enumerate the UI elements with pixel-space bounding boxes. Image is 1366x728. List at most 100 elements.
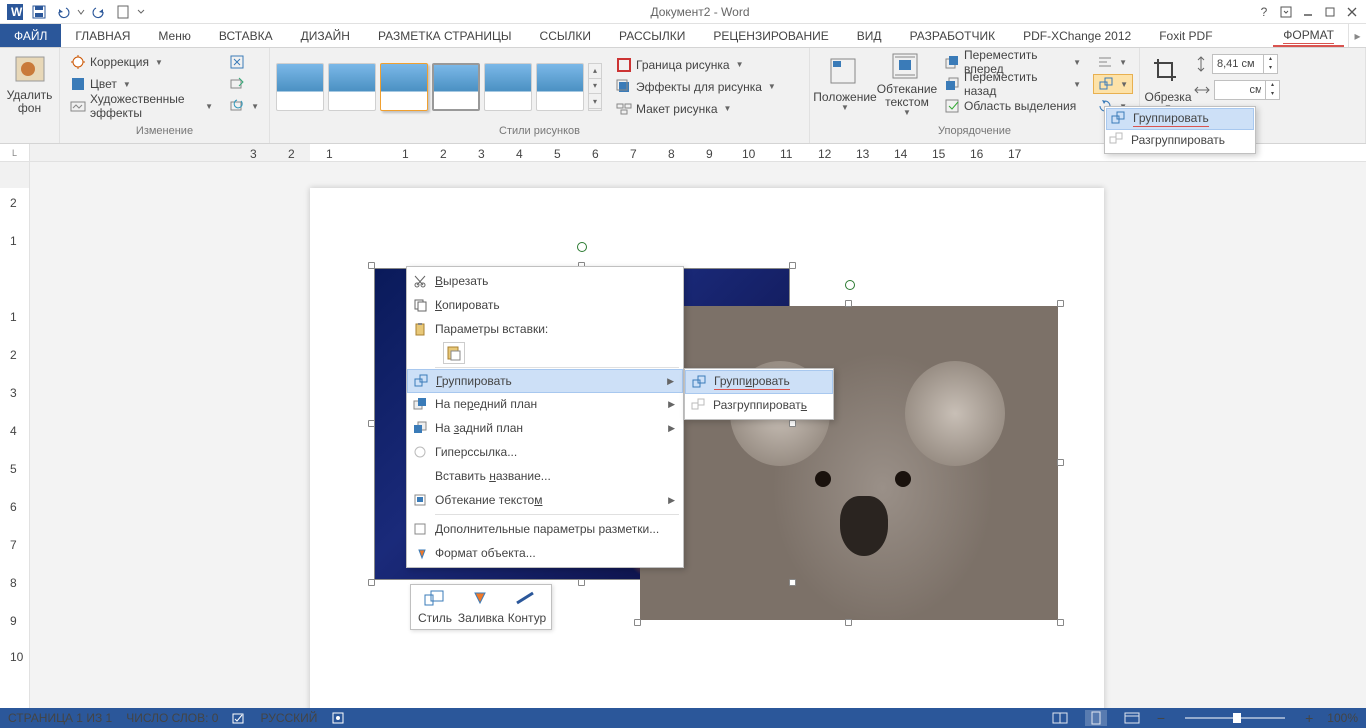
ctx-bring-front[interactable]: На передний план▶ bbox=[407, 392, 683, 416]
send-backward-button[interactable]: Переместить назад▼ bbox=[940, 74, 1085, 94]
word-icon: W bbox=[4, 2, 26, 22]
tab-review[interactable]: РЕЦЕНЗИРОВАНИЕ bbox=[699, 24, 842, 47]
ribbon: Удалить фон Коррекция▼ Цвет▼ Художествен… bbox=[0, 48, 1366, 144]
titlebar: W Документ2 - Word ? bbox=[0, 0, 1366, 24]
ctx-format-object[interactable]: Формат объекта... bbox=[407, 541, 683, 565]
maximize-icon[interactable] bbox=[1320, 2, 1340, 22]
undo-icon[interactable] bbox=[52, 2, 74, 22]
ctx-hyperlink: Гиперссылка... bbox=[407, 440, 683, 464]
view-print-icon[interactable] bbox=[1085, 710, 1107, 726]
ctx-insert-caption[interactable]: Вставить название... bbox=[407, 464, 683, 488]
width-input[interactable]: ▴▾ bbox=[1214, 80, 1280, 100]
tab-scroll-icon[interactable]: ▸ bbox=[1348, 24, 1366, 47]
picture-koala[interactable] bbox=[640, 306, 1058, 620]
zoom-value[interactable]: 100% bbox=[1327, 711, 1358, 725]
gallery-scroll[interactable]: ▴▾▾ bbox=[588, 63, 602, 111]
compress-pictures-button[interactable] bbox=[225, 52, 263, 72]
ctx-wrap-text[interactable]: Обтекание текстом▶ bbox=[407, 488, 683, 512]
group-adjust: Коррекция▼ Цвет▼ Художественные эффекты▼… bbox=[60, 48, 270, 143]
height-input[interactable]: ▴▾ bbox=[1212, 54, 1278, 74]
status-proof-icon[interactable] bbox=[232, 711, 246, 725]
reset-picture-button[interactable]: ▼ bbox=[225, 96, 263, 116]
tab-home[interactable]: ГЛАВНАЯ bbox=[61, 24, 144, 47]
remove-background-button[interactable]: Удалить фон bbox=[6, 52, 53, 118]
qat-customize-icon[interactable] bbox=[136, 2, 146, 22]
zoom-out-icon[interactable]: − bbox=[1157, 710, 1165, 726]
tab-developer[interactable]: РАЗРАБОТЧИК bbox=[896, 24, 1010, 47]
status-language[interactable]: РУССКИЙ bbox=[260, 711, 317, 725]
bring-forward-button[interactable]: Переместить вперед▼ bbox=[940, 52, 1085, 72]
tab-file[interactable]: ФАЙЛ bbox=[0, 24, 61, 47]
color-button[interactable]: Цвет▼ bbox=[66, 74, 217, 94]
workarea: 21 123 456 789 10 bbox=[0, 162, 1366, 708]
status-page[interactable]: СТРАНИЦА 1 ИЗ 1 bbox=[8, 711, 112, 725]
tab-format[interactable]: ФОРМАТ bbox=[1269, 24, 1348, 47]
group-label-styles: Стили рисунков bbox=[270, 125, 809, 143]
statusbar: СТРАНИЦА 1 ИЗ 1 ЧИСЛО СЛОВ: 0 РУССКИЙ − … bbox=[0, 708, 1366, 728]
tab-design[interactable]: ДИЗАЙН bbox=[287, 24, 364, 47]
tab-menu[interactable]: Меню bbox=[144, 24, 204, 47]
height-icon bbox=[1194, 56, 1208, 72]
document-area[interactable]: Стиль Заливка Контур Вырезать Копировать… bbox=[30, 162, 1366, 708]
tab-mailings[interactable]: РАССЫЛКИ bbox=[605, 24, 699, 47]
ctx-copy[interactable]: Копировать bbox=[407, 293, 683, 317]
width-icon bbox=[1194, 83, 1210, 97]
tab-references[interactable]: ССЫЛКИ bbox=[526, 24, 605, 47]
save-icon[interactable] bbox=[28, 2, 50, 22]
group-picture-styles: ▴▾▾ Граница рисунка▼ Эффекты для рисунка… bbox=[270, 48, 810, 143]
minimize-icon[interactable] bbox=[1298, 2, 1318, 22]
zoom-in-icon[interactable]: + bbox=[1305, 710, 1313, 726]
mini-outline-button[interactable]: Контур bbox=[505, 587, 549, 627]
styles-gallery[interactable]: ▴▾▾ bbox=[276, 63, 602, 111]
ctx-paste-picture[interactable] bbox=[407, 341, 683, 365]
window-controls: ? bbox=[1254, 2, 1362, 22]
context-submenu-group: Группировать Разгруппировать bbox=[684, 368, 834, 420]
zoom-slider[interactable] bbox=[1185, 717, 1285, 719]
status-macro-icon[interactable] bbox=[331, 711, 345, 725]
ctx-cut[interactable]: Вырезать bbox=[407, 269, 683, 293]
selection-pane-button[interactable]: Область выделения bbox=[940, 96, 1085, 116]
ruler-vertical[interactable]: 21 123 456 789 10 bbox=[0, 162, 30, 708]
ctx-send-back[interactable]: На задний план▶ bbox=[407, 416, 683, 440]
change-picture-button[interactable] bbox=[225, 74, 263, 94]
ctx-group[interactable]: Группировать▶ bbox=[407, 369, 683, 393]
tab-page-layout[interactable]: РАЗМЕТКА СТРАНИЦЫ bbox=[364, 24, 526, 47]
ribbon-group-popup: Группировать Разгруппировать bbox=[1104, 106, 1256, 154]
group-objects-button[interactable]: ▼ bbox=[1093, 74, 1133, 94]
position-button[interactable]: Положение▼ bbox=[816, 52, 874, 118]
mini-toolbar: Стиль Заливка Контур bbox=[410, 584, 552, 630]
context-menu: Вырезать Копировать Параметры вставки: Г… bbox=[406, 266, 684, 568]
status-words[interactable]: ЧИСЛО СЛОВ: 0 bbox=[126, 711, 218, 725]
ribbon-tabs: ФАЙЛ ГЛАВНАЯ Меню ВСТАВКА ДИЗАЙН РАЗМЕТК… bbox=[0, 24, 1366, 48]
corrections-button[interactable]: Коррекция▼ bbox=[66, 52, 217, 72]
tab-insert[interactable]: ВСТАВКА bbox=[205, 24, 287, 47]
ribbon-ungroup-item: Разгруппировать bbox=[1105, 129, 1255, 151]
undo-dropdown-icon[interactable] bbox=[76, 2, 86, 22]
redo-icon[interactable] bbox=[88, 2, 110, 22]
tab-pdfxchange[interactable]: PDF-XChange 2012 bbox=[1009, 24, 1145, 47]
tab-view[interactable]: ВИД bbox=[843, 24, 896, 47]
mini-fill-button[interactable]: Заливка bbox=[459, 587, 503, 627]
tab-foxit[interactable]: Foxit PDF bbox=[1145, 24, 1226, 47]
align-button[interactable]: ▼ bbox=[1093, 52, 1133, 72]
view-web-icon[interactable] bbox=[1121, 710, 1143, 726]
close-icon[interactable] bbox=[1342, 2, 1362, 22]
ctx-sub-group[interactable]: Группировать bbox=[685, 370, 833, 394]
ctx-paste-header: Параметры вставки: bbox=[407, 317, 683, 341]
artistic-effects-button[interactable]: Художественные эффекты▼ bbox=[66, 96, 217, 116]
mini-style-button[interactable]: Стиль bbox=[413, 587, 457, 627]
picture-effects-button[interactable]: Эффекты для рисунка▼ bbox=[612, 77, 780, 97]
ribbon-group-item[interactable]: Группировать bbox=[1106, 108, 1254, 130]
wrap-text-button[interactable]: Обтекание текстом▼ bbox=[878, 52, 936, 118]
picture-layout-button[interactable]: Макет рисунка▼ bbox=[612, 99, 780, 119]
help-icon[interactable]: ? bbox=[1254, 2, 1274, 22]
picture-border-button[interactable]: Граница рисунка▼ bbox=[612, 55, 780, 75]
window-title: Документ2 - Word bbox=[146, 5, 1254, 19]
view-read-icon[interactable] bbox=[1049, 710, 1071, 726]
ruler-corner[interactable]: L bbox=[0, 144, 30, 161]
group-remove-bg: Удалить фон bbox=[0, 48, 60, 143]
new-doc-icon[interactable] bbox=[112, 2, 134, 22]
ribbon-display-icon[interactable] bbox=[1276, 2, 1296, 22]
ctx-sub-ungroup: Разгруппировать bbox=[685, 393, 833, 417]
ctx-more-layout[interactable]: Дополнительные параметры разметки... bbox=[407, 517, 683, 541]
